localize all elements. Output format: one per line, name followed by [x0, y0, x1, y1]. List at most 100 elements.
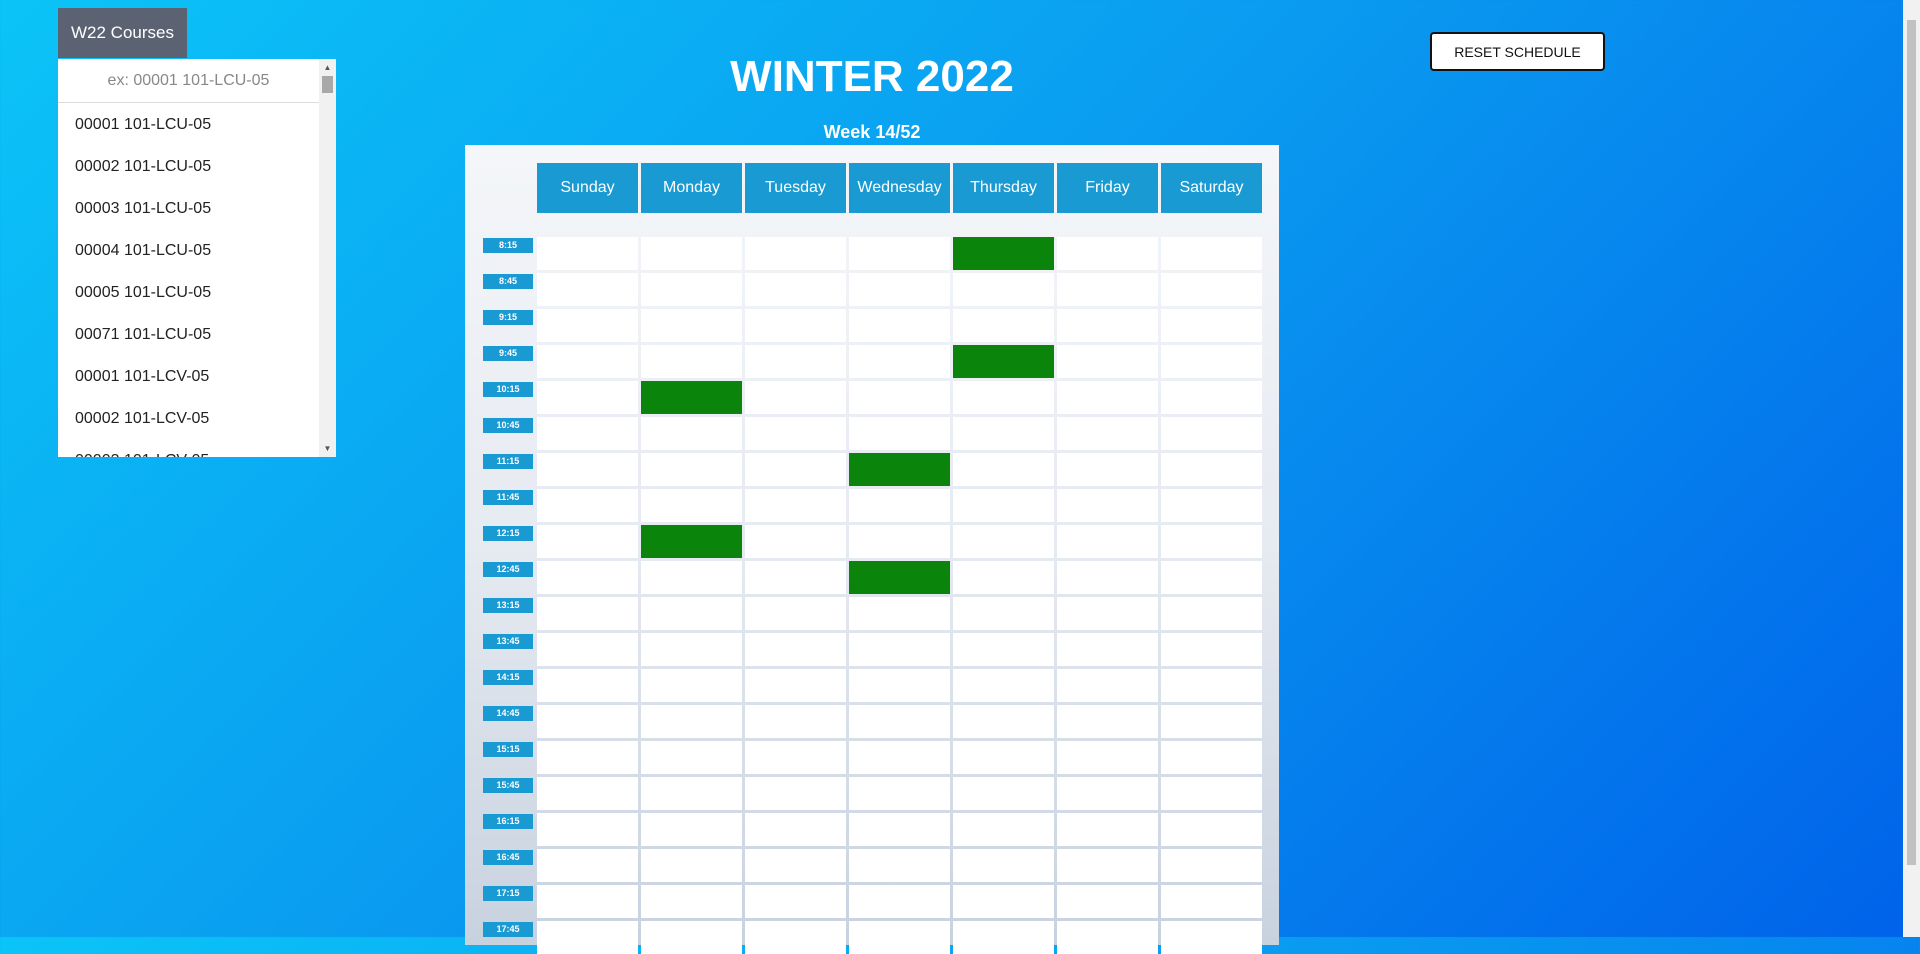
time-slot[interactable]	[537, 705, 638, 738]
time-slot[interactable]	[537, 561, 638, 594]
time-slot[interactable]	[641, 561, 742, 594]
reset-schedule-button[interactable]: RESET SCHEDULE	[1430, 32, 1605, 71]
time-slot[interactable]	[849, 525, 950, 558]
time-slot[interactable]	[953, 417, 1054, 450]
time-slot[interactable]	[1161, 921, 1262, 954]
time-slot[interactable]	[537, 489, 638, 522]
time-slot[interactable]	[849, 345, 950, 378]
time-slot[interactable]	[537, 669, 638, 702]
time-slot[interactable]	[641, 453, 742, 486]
time-slot[interactable]	[745, 345, 846, 378]
time-slot[interactable]	[641, 705, 742, 738]
time-slot[interactable]	[849, 489, 950, 522]
time-slot[interactable]	[745, 813, 846, 846]
time-slot[interactable]	[953, 921, 1054, 954]
time-slot[interactable]	[1057, 741, 1158, 774]
time-slot[interactable]	[849, 237, 950, 270]
booked-slot[interactable]	[953, 345, 1054, 378]
course-list-item[interactable]: 00002 101-LCU-05	[58, 146, 319, 188]
time-slot[interactable]	[537, 813, 638, 846]
time-slot[interactable]	[537, 849, 638, 882]
time-slot[interactable]	[745, 633, 846, 666]
time-slot[interactable]	[953, 777, 1054, 810]
time-slot[interactable]	[849, 741, 950, 774]
time-slot[interactable]	[953, 705, 1054, 738]
time-slot[interactable]	[1057, 885, 1158, 918]
time-slot[interactable]	[1161, 237, 1262, 270]
time-slot[interactable]	[641, 309, 742, 342]
time-slot[interactable]	[953, 813, 1054, 846]
time-slot[interactable]	[1057, 705, 1158, 738]
time-slot[interactable]	[1161, 741, 1262, 774]
time-slot[interactable]	[745, 777, 846, 810]
time-slot[interactable]	[1161, 705, 1262, 738]
scroll-down-arrow-icon[interactable]: ▼	[319, 440, 336, 457]
time-slot[interactable]	[953, 561, 1054, 594]
time-slot[interactable]	[641, 345, 742, 378]
time-slot[interactable]	[641, 237, 742, 270]
time-slot[interactable]	[537, 309, 638, 342]
time-slot[interactable]	[1057, 669, 1158, 702]
time-slot[interactable]	[849, 849, 950, 882]
time-slot[interactable]	[1057, 453, 1158, 486]
courses-tab[interactable]: W22 Courses	[58, 8, 187, 58]
time-slot[interactable]	[849, 597, 950, 630]
time-slot[interactable]	[849, 777, 950, 810]
time-slot[interactable]	[1057, 777, 1158, 810]
time-slot[interactable]	[1161, 309, 1262, 342]
booked-slot[interactable]	[641, 525, 742, 558]
time-slot[interactable]	[1161, 633, 1262, 666]
time-slot[interactable]	[537, 345, 638, 378]
time-slot[interactable]	[537, 381, 638, 414]
time-slot[interactable]	[1057, 381, 1158, 414]
time-slot[interactable]	[849, 381, 950, 414]
time-slot[interactable]	[953, 273, 1054, 306]
time-slot[interactable]	[745, 525, 846, 558]
time-slot[interactable]	[745, 273, 846, 306]
time-slot[interactable]	[537, 633, 638, 666]
time-slot[interactable]	[1057, 813, 1158, 846]
time-slot[interactable]	[953, 597, 1054, 630]
time-slot[interactable]	[745, 237, 846, 270]
time-slot[interactable]	[537, 597, 638, 630]
time-slot[interactable]	[745, 669, 846, 702]
time-slot[interactable]	[745, 705, 846, 738]
time-slot[interactable]	[537, 885, 638, 918]
time-slot[interactable]	[641, 489, 742, 522]
time-slot[interactable]	[953, 453, 1054, 486]
time-slot[interactable]	[641, 597, 742, 630]
time-slot[interactable]	[641, 633, 742, 666]
booked-slot[interactable]	[641, 381, 742, 414]
time-slot[interactable]	[641, 417, 742, 450]
time-slot[interactable]	[641, 921, 742, 954]
time-slot[interactable]	[1057, 561, 1158, 594]
time-slot[interactable]	[849, 417, 950, 450]
time-slot[interactable]	[745, 381, 846, 414]
time-slot[interactable]	[1161, 525, 1262, 558]
time-slot[interactable]	[745, 489, 846, 522]
time-slot[interactable]	[849, 885, 950, 918]
time-slot[interactable]	[1057, 921, 1158, 954]
time-slot[interactable]	[641, 885, 742, 918]
time-slot[interactable]	[745, 453, 846, 486]
course-list-item[interactable]: 00003 101-LCV-05	[58, 440, 319, 457]
time-slot[interactable]	[745, 597, 846, 630]
time-slot[interactable]	[1161, 273, 1262, 306]
time-slot[interactable]	[745, 885, 846, 918]
time-slot[interactable]	[1161, 885, 1262, 918]
time-slot[interactable]	[1057, 309, 1158, 342]
time-slot[interactable]	[641, 669, 742, 702]
time-slot[interactable]	[745, 561, 846, 594]
time-slot[interactable]	[849, 669, 950, 702]
time-slot[interactable]	[1057, 633, 1158, 666]
time-slot[interactable]	[745, 921, 846, 954]
time-slot[interactable]	[745, 309, 846, 342]
time-slot[interactable]	[953, 633, 1054, 666]
time-slot[interactable]	[953, 849, 1054, 882]
time-slot[interactable]	[849, 633, 950, 666]
time-slot[interactable]	[641, 777, 742, 810]
time-slot[interactable]	[1161, 489, 1262, 522]
time-slot[interactable]	[849, 813, 950, 846]
time-slot[interactable]	[1161, 417, 1262, 450]
time-slot[interactable]	[1161, 813, 1262, 846]
